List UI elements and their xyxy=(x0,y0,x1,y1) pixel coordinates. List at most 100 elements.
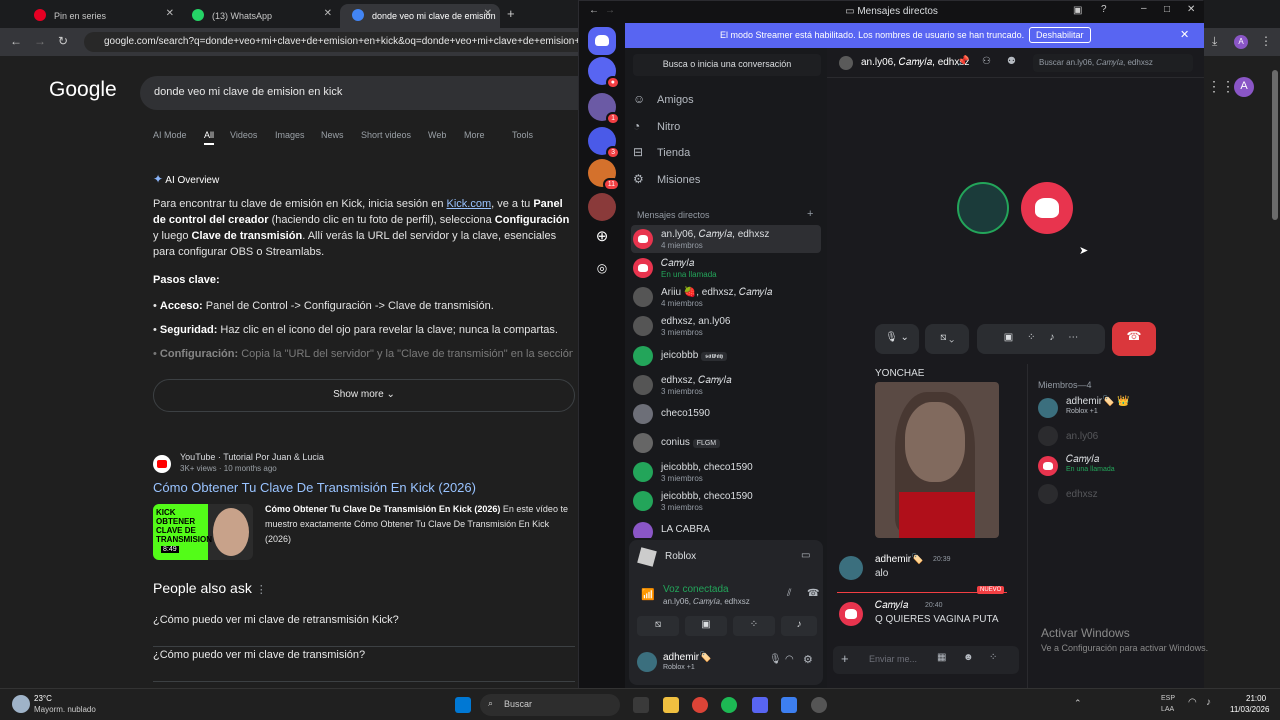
tab-google-search[interactable]: donde veo mi clave de emision ✕ xyxy=(340,4,500,28)
close-icon[interactable]: ✕ xyxy=(484,8,492,19)
nav-nitro[interactable]: ◔ Nitro xyxy=(633,119,680,133)
tab-whatsapp[interactable]: (13) WhatsApp ✕ xyxy=(180,4,340,28)
add-friends-icon[interactable]: ⚇ xyxy=(982,56,991,67)
screenshare-button[interactable]: ▣ xyxy=(685,616,727,636)
gift-icon[interactable]: ▦ xyxy=(937,652,946,663)
taskbar-search[interactable]: ⌕ Buscar xyxy=(480,694,620,716)
dm-item[interactable]: 𝐶𝑎𝑚𝑦𝑙𝑎 En una llamada xyxy=(631,254,821,282)
server-icon[interactable] xyxy=(588,193,616,221)
maximize-icon[interactable]: □ xyxy=(1164,4,1170,15)
chrome-icon[interactable] xyxy=(692,697,708,713)
volume-icon[interactable]: ♪ xyxy=(1206,697,1211,708)
dm-item[interactable]: jeicobbb 𝖘𝖆𝖜𝖆𝖞 xyxy=(631,342,821,370)
members-icon[interactable]: ⚉ xyxy=(1007,56,1016,67)
message[interactable]: adhemir🏷️ 20:39 alo xyxy=(837,554,1017,584)
menu-icon[interactable]: ⋮ xyxy=(1260,34,1272,48)
add-attachment-icon[interactable]: + xyxy=(841,651,849,666)
settings-icon[interactable]: ⚙ xyxy=(803,653,813,666)
server-icon[interactable]: 11 xyxy=(588,159,620,191)
microphone-icon[interactable]: 🎙 xyxy=(769,654,782,665)
scrollbar[interactable] xyxy=(1270,56,1280,688)
task-view-icon[interactable] xyxy=(633,697,649,713)
close-icon[interactable]: ✕ xyxy=(1187,4,1195,15)
profile-avatar[interactable]: A xyxy=(1234,35,1248,49)
inbox-icon[interactable]: ▣ xyxy=(1073,5,1082,16)
close-icon[interactable]: ✕ xyxy=(1180,28,1189,41)
app-icon[interactable] xyxy=(781,697,797,713)
filter-all[interactable]: All xyxy=(204,130,215,145)
dm-item[interactable]: jeicobbb, checo1590 3 miembros xyxy=(631,487,821,515)
soundboard-icon[interactable]: ♪ xyxy=(1049,332,1054,343)
back-icon[interactable]: ← xyxy=(589,5,599,16)
disconnect-icon[interactable]: ☎ xyxy=(807,588,819,599)
google-logo[interactable]: Google xyxy=(49,78,117,102)
close-icon[interactable]: ✕ xyxy=(324,8,332,19)
search-input[interactable]: donde veo mi clave de emision en kick xyxy=(140,76,600,110)
pin-icon[interactable]: 📌 xyxy=(957,56,969,67)
download-icon[interactable]: ⤓ xyxy=(1212,34,1217,49)
file-explorer-icon[interactable] xyxy=(663,697,679,713)
app-icon[interactable] xyxy=(811,697,827,713)
kick-link[interactable]: Kick.com xyxy=(447,198,492,210)
voice-status[interactable]: Voz conectada xyxy=(663,584,729,595)
filter-images[interactable]: Images xyxy=(275,130,305,140)
member-item[interactable]: adhemir🏷️ 👑 Roblox +1 xyxy=(1038,396,1198,420)
mic-toggle[interactable]: 🎙 ⌄ xyxy=(875,324,919,354)
call-avatar[interactable] xyxy=(1021,182,1073,234)
weather-icon[interactable] xyxy=(12,695,30,713)
server-icon[interactable]: 1 xyxy=(588,93,620,125)
dm-item[interactable]: edhxsz, an.ly06 3 miembros xyxy=(631,312,821,340)
forward-icon[interactable]: → xyxy=(34,34,46,48)
dm-item[interactable]: jeicobbb, checo1590 3 miembros xyxy=(631,458,821,486)
filter-news[interactable]: News xyxy=(321,130,344,140)
minimize-icon[interactable]: – xyxy=(1141,3,1147,14)
forward-icon[interactable]: → xyxy=(605,5,615,16)
activities-button[interactable]: ⁘ xyxy=(733,616,775,636)
dm-search-button[interactable]: Busca o inicia una conversación xyxy=(633,54,821,76)
member-item[interactable]: edhxsz xyxy=(1038,484,1198,508)
filter-ai-mode[interactable]: AI Mode xyxy=(153,130,187,140)
dm-item[interactable]: LA CABRA xyxy=(631,518,821,538)
camera-button[interactable]: ⧅ xyxy=(637,616,679,636)
noise-icon[interactable]: ⫽ xyxy=(787,588,791,599)
dm-item[interactable]: Ariiu 🍓, edhxsz, 𝐶𝑎𝑚𝑦𝑙𝑎 4 miembros xyxy=(631,283,821,311)
start-icon[interactable] xyxy=(455,697,471,713)
reload-icon[interactable]: ↻ xyxy=(58,34,68,48)
discover-icon[interactable]: ◎ xyxy=(588,255,616,283)
more-icon[interactable]: ⋮ xyxy=(256,584,267,596)
dm-avatar[interactable]: ● xyxy=(588,57,620,89)
tab-pinterest[interactable]: Pin en series ✕ xyxy=(22,4,182,28)
shared-image[interactable] xyxy=(875,382,999,538)
discord-home-icon[interactable] xyxy=(588,27,616,55)
emoji-icon[interactable]: ☻ xyxy=(963,652,974,663)
back-icon[interactable]: ← xyxy=(10,34,22,48)
create-dm-icon[interactable]: + xyxy=(807,208,813,220)
discord-icon[interactable] xyxy=(752,697,768,713)
message[interactable]: 𝐶𝑎𝑚𝑦𝑙𝑎 20:40 Q QUIERES VAGINA PUTA xyxy=(837,600,1023,630)
help-icon[interactable]: ? xyxy=(1101,4,1107,15)
filter-more[interactable]: More xyxy=(464,130,485,140)
headphones-icon[interactable]: ◠ xyxy=(785,654,794,665)
scrollbar-thumb[interactable] xyxy=(1272,70,1278,220)
language[interactable]: ESP xyxy=(1161,695,1175,702)
tray-expand-icon[interactable]: ⌃ xyxy=(1074,698,1082,709)
video-thumbnail[interactable]: KICK OBTENER CLAVE DE TRANSMISION 8:49 xyxy=(153,504,253,560)
message-input[interactable]: Enviar me... xyxy=(869,654,917,664)
apps-icon[interactable]: ⁘ xyxy=(989,652,997,663)
camera-toggle[interactable]: ⧅ ⌄ xyxy=(925,324,969,354)
nav-quests[interactable]: ⚙ Misiones xyxy=(633,172,700,186)
spotify-icon[interactable] xyxy=(721,697,737,713)
screenshare-icon[interactable]: ▣ xyxy=(1004,332,1013,343)
paa-question[interactable]: ¿Cómo puedo ver mi clave de retransmisió… xyxy=(153,614,575,647)
more-icon[interactable]: ⋯ xyxy=(1068,332,1078,343)
dm-item[interactable]: edhxsz, 𝐶𝑎𝑚𝑦𝑙𝑎 3 miembros xyxy=(631,371,821,399)
wifi-icon[interactable]: ◠ xyxy=(1188,697,1197,708)
filter-web[interactable]: Web xyxy=(428,130,446,140)
dm-item[interactable]: an.ly06, 𝐶𝑎𝑚𝑦𝑙𝑎, edhxsz 4 miembros xyxy=(631,225,821,253)
call-avatar[interactable] xyxy=(957,182,1009,234)
filter-videos[interactable]: Videos xyxy=(230,130,257,140)
apps-icon[interactable]: ⋮⋮ xyxy=(1207,78,1235,95)
clock-time[interactable]: 21:00 xyxy=(1246,694,1266,703)
result-title-link[interactable]: Cómo Obtener Tu Clave De Transmisión En … xyxy=(153,480,476,495)
channel-search-input[interactable]: Buscar an.ly06, 𝐶𝑎𝑚𝑦𝑙𝑎, edhxsz xyxy=(1033,54,1193,72)
